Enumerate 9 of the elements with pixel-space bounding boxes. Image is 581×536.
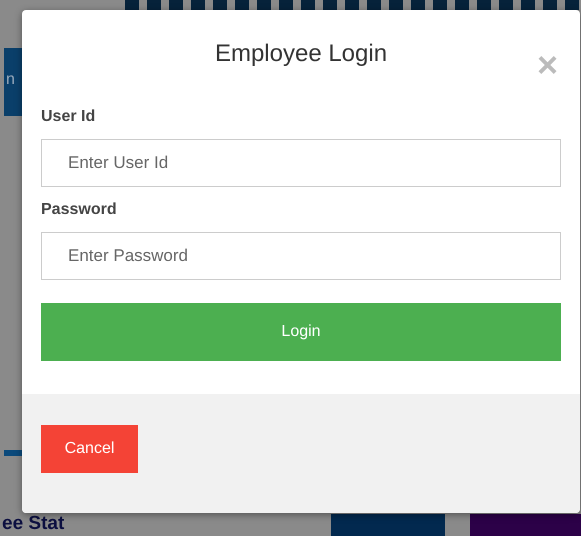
input-field[interactable]: Enter Password xyxy=(41,232,561,280)
dialog-title: Employee Login xyxy=(214,40,388,68)
cancel-button[interactable]: Cancel xyxy=(41,425,138,473)
field-label: Password xyxy=(41,201,118,219)
login-button[interactable]: Login xyxy=(41,303,561,361)
input-field[interactable]: Enter User Id xyxy=(41,139,561,187)
section-title: ee Stat xyxy=(2,513,64,535)
field-label: User Id xyxy=(41,108,96,126)
close-button[interactable]: × xyxy=(536,52,558,78)
